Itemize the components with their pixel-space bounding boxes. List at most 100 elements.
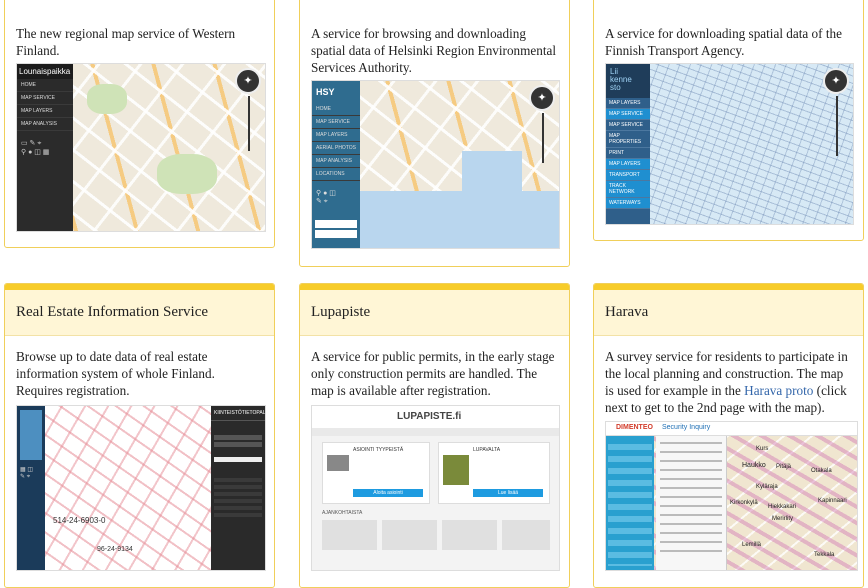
menu-item[interactable]: MAP SERVICE <box>606 109 650 120</box>
panel-list <box>214 478 262 518</box>
menu-item[interactable]: PRINT <box>606 148 650 159</box>
question-list[interactable] <box>608 438 652 566</box>
sidebar-item[interactable]: HOME <box>17 79 73 92</box>
place-label: Merirlity <box>772 516 793 522</box>
card-title: Real Estate Information Service <box>5 284 274 336</box>
header-text: Security Inquiry <box>662 424 711 431</box>
place-label: Haukko <box>742 462 766 469</box>
question-form <box>656 436 727 570</box>
place-label: Tekkala <box>814 552 835 558</box>
info-box: LUPAVALTA Lue lisää <box>438 442 550 504</box>
card-body: Browse up to date data of real estate in… <box>5 336 274 399</box>
news-row <box>322 520 550 550</box>
place-label: Otakala <box>811 468 832 474</box>
dimenteo-logo: DIMENTEO <box>616 424 653 431</box>
sea-area <box>462 151 522 191</box>
sidebar-item[interactable]: MAP ANALYSIS <box>312 155 360 168</box>
map-sidebar: HSY HOME MAP SERVICE MAP LAYERS AERIAL P… <box>312 81 360 248</box>
overview-thumbnail <box>20 410 42 460</box>
place-label: Pitäjä <box>776 464 792 470</box>
lupapiste-header: LUPAPISTE.fi <box>312 406 559 429</box>
harava-header: DIMENTEO Security Inquiry <box>606 422 857 436</box>
card-lupapiste: Lupapiste A service for public permits, … <box>299 283 570 588</box>
liikennevirasto-logo: Lii kenne sto <box>606 64 650 96</box>
lounaispaikka-screenshot[interactable]: Lounaispaikka HOME MAP SERVICE MAP LAYER… <box>16 63 266 232</box>
card-liikennevirasto: A service for downloading spatial data o… <box>593 0 864 241</box>
card-body: A service for downloading spatial data o… <box>594 0 863 59</box>
sidebar-item[interactable]: MAP SERVICE <box>17 92 73 105</box>
menu-item[interactable]: MAP LAYERS <box>606 98 650 109</box>
info-box: ASIOINTI TYYPEISTÄ Aloita asiointi <box>322 442 430 504</box>
card-real-estate: Real Estate Information Service Browse u… <box>4 283 275 588</box>
sidebar-item[interactable]: AERIAL PHOTOS <box>312 142 360 155</box>
parcel-label: 514-24-6903-0 <box>53 516 106 525</box>
parcel-label: 96-24-9134 <box>97 546 133 553</box>
card-harava: Harava A survey service for residents to… <box>593 283 864 588</box>
card-description: Browse up to date data of real estate in… <box>16 349 215 398</box>
info-box-title: ASIOINTI TYYPEISTÄ <box>353 447 404 453</box>
panel-field[interactable] <box>214 457 262 462</box>
top-nav <box>312 428 559 436</box>
compass-icon[interactable]: ✦ <box>823 68 849 94</box>
card-body: A survey service for residents to partic… <box>594 336 863 416</box>
sidebar-item[interactable]: MAP ANALYSIS <box>17 118 73 131</box>
card-body: A service for public permits, in the ear… <box>300 336 569 399</box>
liikennevirasto-screenshot[interactable]: Lii kenne sto MAP LAYERS MAP SERVICE MAP… <box>605 63 854 225</box>
sidebar-item[interactable]: HOME <box>312 103 360 116</box>
map-sidebar: Lounaispaikka HOME MAP SERVICE MAP LAYER… <box>17 64 73 231</box>
lupapiste-screenshot[interactable]: LUPAPISTE.fi ASIOINTI TYYPEISTÄ Aloita a… <box>311 405 560 571</box>
compass-icon[interactable]: ✦ <box>529 85 555 111</box>
zoom-slider[interactable] <box>836 96 838 156</box>
logo-line: sto <box>610 83 621 92</box>
card-body: The new regional map service of Western … <box>5 0 274 59</box>
read-more-button[interactable]: Lue lisää <box>473 489 543 497</box>
hsy-screenshot[interactable]: HSY HOME MAP SERVICE MAP LAYERS AERIAL P… <box>311 80 560 249</box>
sidebar-item[interactable]: LOCATIONS <box>312 168 360 181</box>
menu-item[interactable]: MAP PROPERTIES <box>606 131 650 148</box>
tool-icons: ▦ ◫ ✎ ⌖ <box>20 467 34 480</box>
hsy-logo: HSY <box>316 87 335 97</box>
property-panel: KIINTEISTÖTIETOPALVELU <box>211 406 265 570</box>
menu-item[interactable]: MAP SERVICE <box>606 120 650 131</box>
place-label: Kirkonkylä <box>730 500 758 506</box>
compass-icon[interactable]: ✦ <box>235 68 261 94</box>
start-button[interactable]: Aloita asiointi <box>353 489 423 497</box>
place-label: Kyläraja <box>756 484 778 490</box>
laptop-image <box>327 455 349 471</box>
menu-item[interactable]: MAP LAYERS <box>606 159 650 170</box>
login-field[interactable] <box>315 220 357 228</box>
panel-title: KIINTEISTÖTIETOPALVELU <box>211 406 265 421</box>
place-label: Kurs <box>756 446 769 452</box>
harava-proto-link[interactable]: Harava proto <box>744 383 813 398</box>
panel-field[interactable] <box>214 442 262 447</box>
panel-field[interactable] <box>214 435 262 440</box>
info-box-title: LUPAVALTA <box>473 447 501 453</box>
tool-icons: ⚲ ● ◫ ✎ ⌖ <box>316 190 336 205</box>
card-description: A service for browsing and downloading s… <box>311 26 557 75</box>
lupapiste-logo: LUPAPISTE.fi <box>397 411 462 422</box>
menu-item[interactable]: TRACK NETWORK <box>606 181 650 198</box>
news-heading: AJANKOHTAISTA <box>322 510 363 516</box>
park-area <box>87 84 127 114</box>
finland-overview-map: ▦ ◫ ✎ ⌖ <box>17 406 45 570</box>
card-description: A survey service for residents to partic… <box>605 348 852 416</box>
sidebar-item[interactable]: MAP SERVICE <box>312 116 360 129</box>
menu-item[interactable]: WATERWAYS <box>606 198 650 209</box>
card-title: Lupapiste <box>300 284 569 336</box>
form-lines <box>660 442 722 552</box>
zoom-slider[interactable] <box>248 96 250 151</box>
photo-image <box>443 455 469 485</box>
card-body: A service for browsing and downloading s… <box>300 0 569 76</box>
login-field[interactable] <box>315 230 357 238</box>
place-label: Kapinnaari <box>818 498 847 504</box>
card-lounaispaikka: The new regional map service of Western … <box>4 0 275 248</box>
sidebar-item[interactable]: MAP LAYERS <box>312 129 360 142</box>
real-estate-screenshot[interactable]: ▦ ◫ ✎ ⌖ 514-24-6903-0 96-24-9134 KIINTEIS… <box>16 405 266 571</box>
zoom-slider[interactable] <box>542 113 544 163</box>
sea-area <box>360 191 559 248</box>
card-hsy: A service for browsing and downloading s… <box>299 0 570 267</box>
menu-item[interactable]: TRANSPORT <box>606 170 650 181</box>
harava-screenshot[interactable]: DIMENTEO Security Inquiry Kurs Haukko Pi… <box>605 421 858 571</box>
card-description: A service for downloading spatial data o… <box>605 26 842 58</box>
sidebar-item[interactable]: MAP LAYERS <box>17 105 73 118</box>
